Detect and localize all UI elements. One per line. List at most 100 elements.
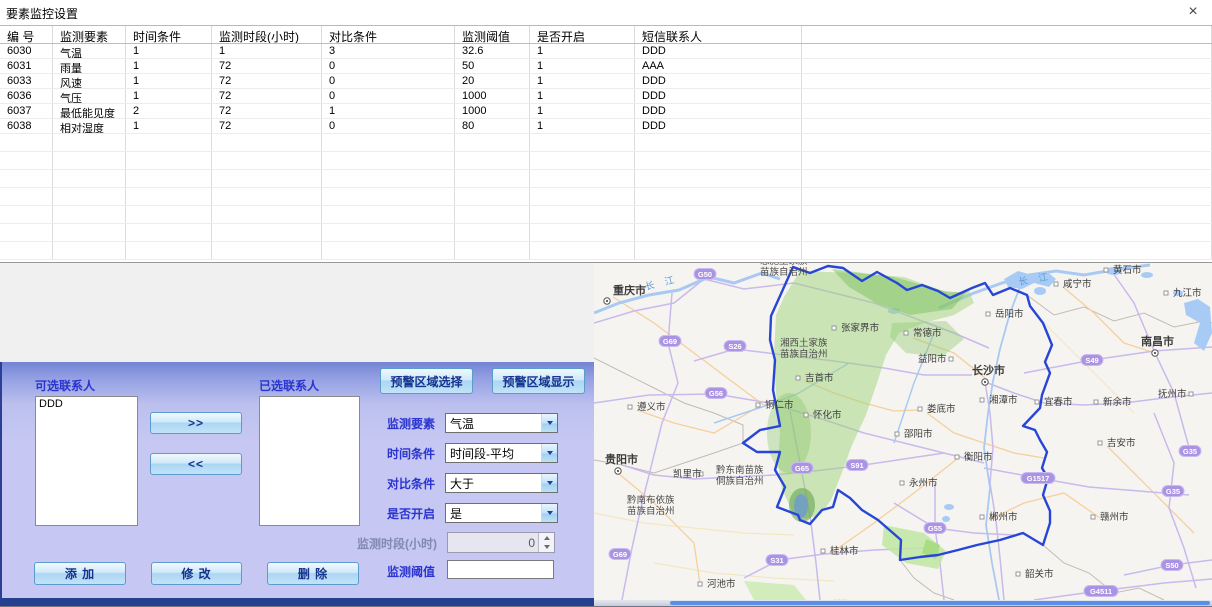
element-select[interactable]: 气温 — [445, 413, 558, 433]
table-cell: 6033 — [0, 74, 53, 88]
time-condition-select[interactable]: 时间段-平均 — [445, 443, 558, 463]
table-cell: 6036 — [0, 89, 53, 103]
road-shield-label: G55 — [928, 524, 942, 533]
modify-button[interactable]: 修 改 — [151, 562, 242, 585]
column-header: 对比条件 — [322, 26, 455, 43]
city-marker — [904, 331, 908, 335]
map-scrollbar-thumb[interactable] — [670, 601, 1210, 605]
table-cell: DDD — [635, 74, 802, 88]
table-cell — [53, 224, 126, 241]
map-view[interactable]: 重庆市遵义市张家界市吉首市怀化市铜仁市常德市益阳市岳阳市长沙市湘潭市娄底市邵阳市… — [594, 263, 1212, 600]
table-cell — [212, 188, 322, 205]
table-cell: 32.6 — [455, 44, 530, 58]
region-label: 黔东南苗族 — [716, 464, 764, 476]
table-cell — [802, 206, 1212, 223]
city-label: 重庆市 — [613, 283, 646, 297]
table-cell — [126, 242, 212, 259]
table-cell — [212, 224, 322, 241]
table-cell: 1 — [212, 44, 322, 58]
table-cell — [802, 224, 1212, 241]
region-label-line2: 侗族自治州 — [716, 475, 764, 487]
available-contacts-label: 可选联系人 — [35, 377, 95, 394]
table-cell: 1 — [126, 59, 212, 73]
available-contacts-list[interactable]: DDD — [35, 396, 138, 526]
table-row[interactable]: 6031雨量1720501AAA — [0, 59, 1212, 74]
chevron-down-icon[interactable] — [541, 504, 557, 522]
table-cell — [455, 188, 530, 205]
road-shield-label: G35 — [1183, 447, 1197, 456]
add-button[interactable]: 添 加 — [34, 562, 126, 585]
city-dot-core — [984, 381, 986, 383]
city-label: 赣州市 — [1100, 511, 1129, 523]
table-cell — [530, 206, 635, 223]
list-item[interactable]: DDD — [39, 398, 137, 411]
city-label: 铜仁市 — [765, 399, 794, 411]
table-row[interactable]: 6036气压172010001DDD — [0, 89, 1212, 104]
table-cell — [126, 206, 212, 223]
spinner-down-icon — [539, 543, 554, 553]
table-cell — [126, 188, 212, 205]
warning-area-select-button[interactable]: 预警区域选择 — [380, 368, 473, 394]
table-row[interactable]: 6037最低能见度272110001DDD — [0, 104, 1212, 119]
table-cell: 1 — [530, 74, 635, 88]
table-cell — [0, 206, 53, 223]
move-right-button[interactable]: >> — [150, 412, 242, 434]
spacer-area — [0, 263, 594, 362]
city-label: 抚州市 — [1158, 388, 1187, 400]
road-shield-label: G65 — [795, 464, 809, 473]
city-label: 宜春市 — [1044, 396, 1073, 408]
close-icon[interactable]: × — [1183, 2, 1203, 22]
table-cell: 1 — [126, 89, 212, 103]
table-cell — [455, 224, 530, 241]
table-cell: 1 — [530, 104, 635, 118]
table-cell — [635, 206, 802, 223]
road-shield-label: G4511 — [1090, 587, 1112, 596]
table-cell — [0, 188, 53, 205]
element-select-value: 气温 — [446, 415, 541, 432]
table-empty-row — [0, 242, 1212, 260]
table-cell — [455, 206, 530, 223]
table-cell — [53, 152, 126, 169]
province-map[interactable]: 重庆市遵义市张家界市吉首市怀化市铜仁市常德市益阳市岳阳市长沙市湘潭市娄底市邵阳市… — [594, 263, 1212, 600]
threshold-input[interactable] — [447, 560, 554, 579]
road-shield-label: G50 — [698, 270, 712, 279]
map-horizontal-scrollbar[interactable] — [594, 600, 1212, 606]
table-cell — [126, 170, 212, 187]
region-label: 黔南布依族 — [627, 494, 675, 506]
enabled-select[interactable]: 是 — [445, 503, 558, 523]
city-marker — [980, 515, 984, 519]
compare-condition-select[interactable]: 大于 — [445, 473, 558, 493]
table-row[interactable]: 6030气温11332.61DDD — [0, 44, 1212, 59]
delete-button[interactable]: 删 除 — [267, 562, 359, 585]
table-cell — [322, 242, 455, 259]
table-cell: 6037 — [0, 104, 53, 118]
table-cell — [530, 242, 635, 259]
chevron-down-icon[interactable] — [541, 414, 557, 432]
road-shield-label: S26 — [728, 342, 741, 351]
region-label: 湘西土家族 — [780, 337, 828, 349]
table-cell: 50 — [455, 59, 530, 73]
city-marker — [1035, 400, 1039, 404]
table-row[interactable]: 6033风速1720201DDD — [0, 74, 1212, 89]
city-marker — [796, 376, 800, 380]
table-cell — [802, 152, 1212, 169]
city-marker — [821, 549, 825, 553]
region-label-line2: 苗族自治州 — [760, 266, 808, 278]
table-row[interactable]: 6038相对湿度1720801DDD — [0, 119, 1212, 134]
move-left-button[interactable]: << — [150, 453, 242, 475]
table-cell — [212, 170, 322, 187]
element-monitor-window: 要素监控设置 × 编 号监测要素时间条件监测时段(小时)对比条件监测阈值是否开启… — [0, 0, 1212, 607]
monitor-rules-table[interactable]: 编 号监测要素时间条件监测时段(小时)对比条件监测阈值是否开启短信联系人6030… — [0, 25, 1212, 263]
chevron-down-icon[interactable] — [541, 474, 557, 492]
city-label: 新余市 — [1103, 396, 1132, 408]
chevron-down-icon[interactable] — [541, 444, 557, 462]
warning-area-display-button[interactable]: 预警区域显示 — [492, 368, 585, 394]
table-cell — [53, 134, 126, 151]
spinner-up-icon — [539, 533, 554, 543]
column-header — [802, 26, 1212, 43]
table-cell — [635, 134, 802, 151]
table-cell — [126, 134, 212, 151]
period-label: 监测时段(小时) — [297, 535, 437, 552]
column-header: 监测要素 — [53, 26, 126, 43]
column-header: 编 号 — [0, 26, 53, 43]
